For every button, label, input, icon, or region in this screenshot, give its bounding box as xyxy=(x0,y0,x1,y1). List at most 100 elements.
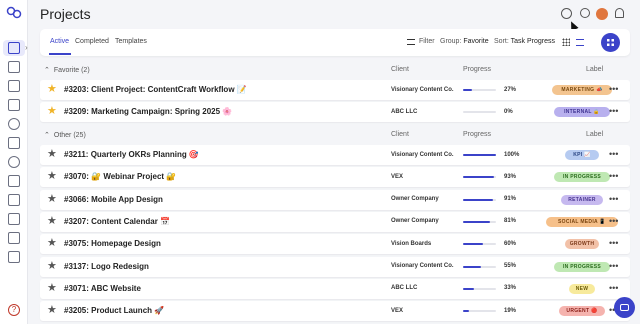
project-label-badge[interactable]: NEW xyxy=(569,283,595,294)
more-options-icon[interactable]: ••• xyxy=(609,261,618,271)
bell-icon[interactable] xyxy=(615,8,624,18)
more-options-icon[interactable]: ••• xyxy=(609,283,618,293)
collapse-chevron-icon[interactable]: ⌃ xyxy=(44,66,50,74)
more-options-icon[interactable]: ••• xyxy=(609,194,618,204)
project-row[interactable]: ★ #3207: Content Calendar 📅 Owner Company 8… xyxy=(40,211,630,232)
progress-percent: 81% xyxy=(504,218,517,225)
progress-bar xyxy=(463,111,496,114)
project-row[interactable]: ★ #3137: Logo Redesign Visionary Content C… xyxy=(40,256,630,277)
chat-button[interactable] xyxy=(614,297,635,318)
project-label-badge[interactable]: RETAINER xyxy=(560,194,604,205)
project-label-badge[interactable]: URGENT 🔴 xyxy=(558,306,606,317)
project-row[interactable]: ★#3205: Product Launch 🚀VEX19%URGENT 🔴••… xyxy=(40,301,630,322)
favorite-star-icon[interactable]: ★ xyxy=(47,260,57,272)
column-header-label[interactable]: Label xyxy=(586,131,603,138)
favorite-star-icon[interactable]: ★ xyxy=(47,171,57,182)
more-options-icon[interactable]: ••• xyxy=(609,238,618,248)
logo-icon[interactable] xyxy=(6,6,23,20)
team-icon[interactable] xyxy=(8,118,20,130)
contacts-icon[interactable] xyxy=(8,61,20,73)
list-view-icon[interactable] xyxy=(576,39,584,46)
project-row[interactable]: ★ #3066: Mobile App Design Owner Company 91… xyxy=(40,189,630,210)
column-header-client[interactable]: Client xyxy=(391,66,409,73)
apps-button[interactable] xyxy=(601,33,620,52)
tab-templates[interactable]: Templates xyxy=(115,38,147,45)
project-row[interactable]: ★ #3209: Marketing Campaign: Spring 2025 … xyxy=(40,102,630,123)
project-title[interactable]: #3203: Client Project: ContentCraft Work… xyxy=(64,85,247,94)
project-title[interactable]: #3071: ABC Website xyxy=(64,284,141,293)
project-label-badge[interactable]: MARKETING 📣 xyxy=(552,85,612,95)
sidebar-expand-chevron-icon[interactable]: › xyxy=(25,43,28,52)
progress-bar xyxy=(463,198,496,201)
sort-control[interactable]: Sort: Task Progress xyxy=(494,38,555,45)
more-options-icon[interactable]: ••• xyxy=(609,106,618,116)
section-header[interactable]: ⌃ Favorite (2) xyxy=(44,66,90,74)
tab-completed[interactable]: Completed xyxy=(75,38,109,45)
more-options-icon[interactable]: ••• xyxy=(609,216,618,226)
filter-icon[interactable] xyxy=(407,39,415,45)
column-header-progress[interactable]: Progress xyxy=(463,131,491,138)
project-title[interactable]: #3066: Mobile App Design xyxy=(64,195,163,204)
projects-icon[interactable] xyxy=(8,42,20,54)
favorite-star-icon[interactable]: ★ xyxy=(47,305,57,316)
goals-icon[interactable] xyxy=(8,156,20,168)
project-label-badge[interactable]: KPI 📈 xyxy=(565,150,599,160)
progress-bar-fill xyxy=(463,198,494,201)
client-name: Owner Company xyxy=(391,196,439,203)
project-row[interactable]: ★ #3075: Homepage Design Vision Boards 60% G… xyxy=(40,234,630,255)
project-title[interactable]: #3209: Marketing Campaign: Spring 2025 🌸 xyxy=(64,107,232,116)
layers-icon[interactable] xyxy=(8,175,20,187)
project-label-badge[interactable]: SOCIAL MEDIA 📱 xyxy=(545,216,619,227)
project-row[interactable]: ★ #3070: 🔐 Webinar Project 🔐 VEX 93% IN PROG… xyxy=(40,167,630,188)
invoices-icon[interactable] xyxy=(8,137,20,149)
help-icon[interactable]: ? xyxy=(8,304,20,316)
favorite-star-icon[interactable]: ★ xyxy=(47,193,57,205)
more-options-icon[interactable]: ••• xyxy=(609,84,618,94)
project-label-badge[interactable]: IN PROGRESS xyxy=(554,172,610,183)
project-title[interactable]: #3070: 🔐 Webinar Project 🔐 xyxy=(64,172,176,181)
favorite-star-icon[interactable]: ★ xyxy=(47,238,57,249)
more-options-icon[interactable]: ••• xyxy=(609,171,618,181)
group-by-control[interactable]: Group: Favorite xyxy=(440,38,489,45)
project-title[interactable]: #3075: Homepage Design xyxy=(64,239,161,248)
project-title[interactable]: #3137: Logo Redesign xyxy=(64,262,149,271)
project-title[interactable]: #3211: Quarterly OKRs Planning 🎯 xyxy=(64,150,199,159)
reports-icon[interactable] xyxy=(8,80,20,92)
tab-active[interactable]: Active xyxy=(50,38,69,45)
favorite-star-icon[interactable]: ★ xyxy=(47,84,57,95)
avatar[interactable] xyxy=(596,8,608,20)
progress-percent: 27% xyxy=(504,86,517,93)
progress-bar xyxy=(463,265,496,268)
calendar-icon[interactable] xyxy=(8,99,20,111)
documents-icon[interactable] xyxy=(8,194,20,206)
favorite-star-icon[interactable]: ★ xyxy=(47,282,57,294)
checklist-icon[interactable] xyxy=(8,232,20,244)
favorite-star-icon[interactable]: ★ xyxy=(47,149,57,160)
progress-percent: 19% xyxy=(504,307,517,314)
project-label-badge[interactable]: GROWTH xyxy=(565,239,599,250)
favorite-star-icon[interactable]: ★ xyxy=(47,215,57,227)
project-label-badge[interactable]: INTERNAL 🔒 xyxy=(554,107,610,118)
grid-view-icon[interactable] xyxy=(562,38,570,46)
search-icon[interactable] xyxy=(580,8,590,18)
client-name: VEX xyxy=(391,173,404,180)
project-label-badge[interactable]: IN PROGRESS xyxy=(554,261,610,272)
project-row[interactable]: ★ #3071: ABC Website ABC LLC 33% NEW ••• xyxy=(40,278,630,299)
column-header-progress[interactable]: Progress xyxy=(463,66,491,73)
trash-icon[interactable] xyxy=(8,251,20,263)
column-header-label[interactable]: Label xyxy=(586,66,603,73)
project-row[interactable]: ★ #3211: Quarterly OKRs Planning 🎯 Visiona… xyxy=(40,145,630,165)
project-title[interactable]: #3205: Product Launch 🚀 xyxy=(64,306,164,315)
group-by-label: Group: xyxy=(440,38,462,45)
progress-bar xyxy=(463,220,496,223)
project-title[interactable]: #3207: Content Calendar 📅 xyxy=(64,217,170,226)
tasks-icon[interactable] xyxy=(8,213,20,225)
favorite-star-icon[interactable]: ★ xyxy=(47,106,57,117)
column-header-client[interactable]: Client xyxy=(391,131,409,138)
collapse-chevron-icon[interactable]: ⌃ xyxy=(44,131,50,139)
section-header[interactable]: ⌃ Other (25) xyxy=(44,131,86,139)
project-row[interactable]: ★ #3203: Client Project: ContentCraft Wor… xyxy=(40,80,630,100)
more-options-icon[interactable]: ••• xyxy=(609,149,618,159)
timer-icon[interactable] xyxy=(561,8,572,19)
filter-button[interactable]: Filter xyxy=(419,38,435,45)
